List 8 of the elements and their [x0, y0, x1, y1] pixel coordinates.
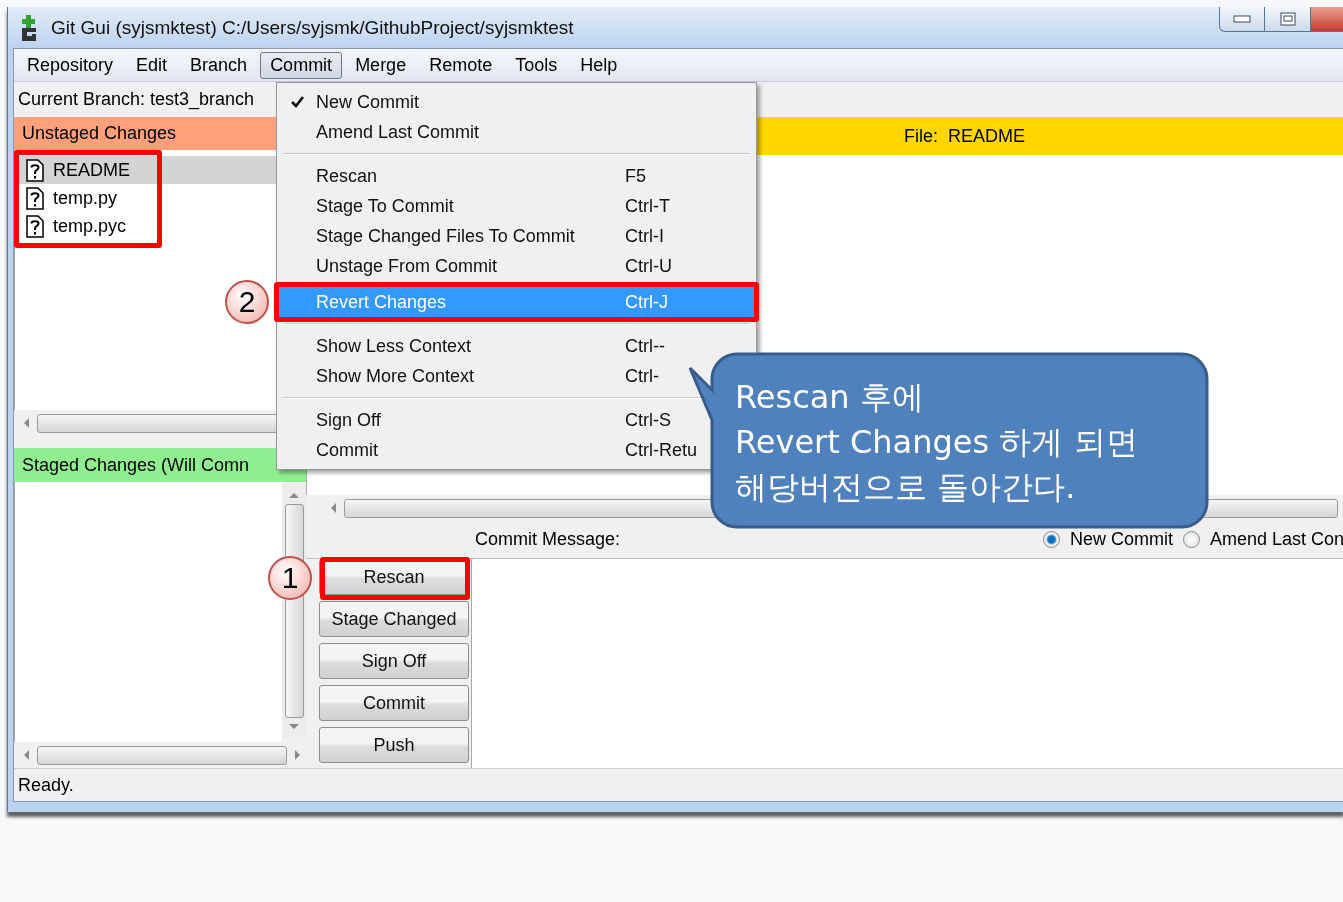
- callout-text: Rescan 후에 Revert Changes 하게 되면 해당버전으로 돌아간다.: [735, 377, 1138, 508]
- status-text: Ready.: [18, 774, 74, 796]
- branch-label: Current Branch: test3_branch: [18, 89, 255, 110]
- section-header: Staged Changes (Will Comn: [14, 448, 306, 482]
- file-name: README: [948, 125, 1026, 147]
- window-title: Git Gui (syjsmktest) C:/Users/syjsmk/GithubProject/syjsmktest: [51, 16, 574, 39]
- field-label: Commit Message:: [475, 529, 621, 550]
- field-label: File:: [904, 125, 938, 147]
